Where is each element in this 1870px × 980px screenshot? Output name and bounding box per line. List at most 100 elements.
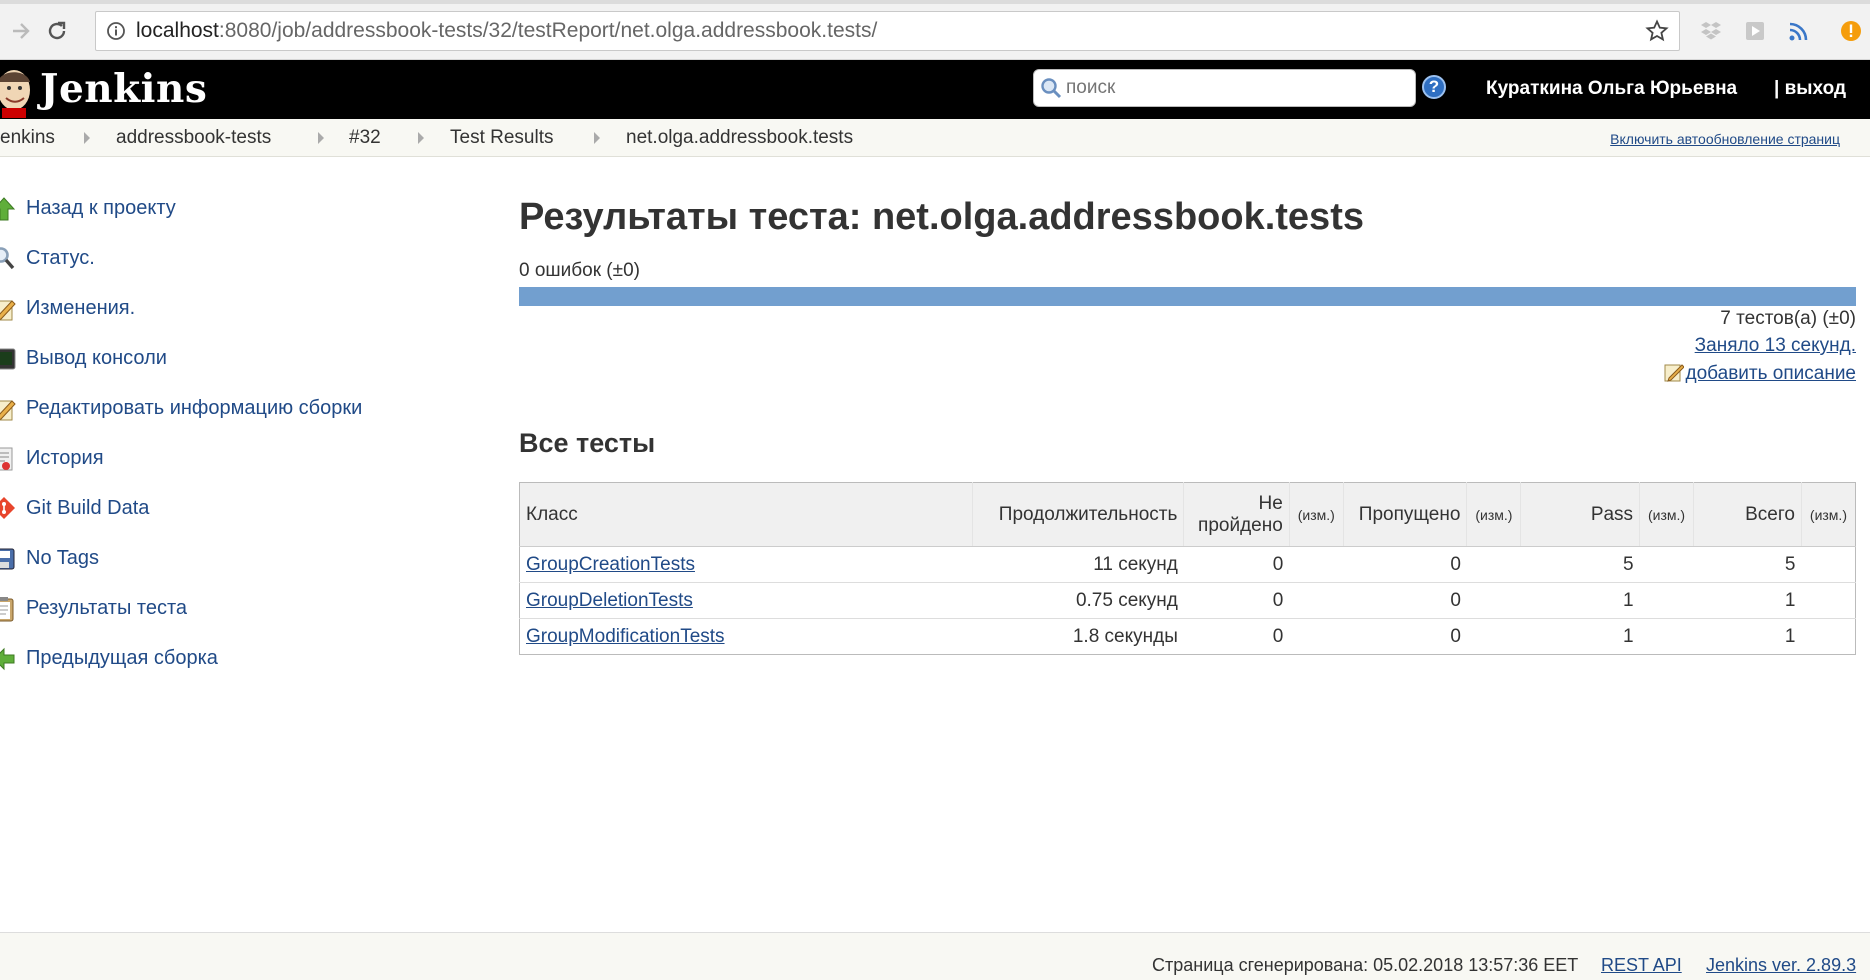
breadcrumb-separator-icon[interactable] [84,132,90,144]
save-icon [0,548,15,570]
diff-label: (изм.) [1809,506,1847,523]
tab-strip [0,0,1870,4]
sidebar-item-label: Статус. [26,247,95,269]
previous-icon [0,647,15,671]
diff-cell [1801,582,1856,619]
breadcrumb-jenkins[interactable]: enkins [0,127,55,149]
notepad-pencil-icon [0,400,16,421]
diff-cell [1639,582,1694,619]
sidebar-item-label: Вывод консоли [26,347,167,369]
pass-cell: 5 [1520,546,1640,583]
col-failed-diff-header[interactable]: (изм.) [1288,482,1344,547]
edit-note-icon [1664,364,1684,382]
pass-cell: 1 [1520,618,1640,655]
add-description-link[interactable]: добавить описание [1664,362,1856,385]
col-skipped-header[interactable]: Пропущено [1342,482,1467,547]
col-skipped-diff-header[interactable]: (изм.) [1466,482,1521,547]
history-icon [0,447,13,471]
url-host: localhost [136,19,219,42]
address-bar[interactable]: localhost:8080/job/addressbook-tests/32/… [95,11,1680,51]
enable-autorefresh-link[interactable]: Включить автообновление страниц [1610,131,1840,147]
diff-cell [1639,618,1694,655]
breadcrumb-build[interactable]: #32 [349,127,381,149]
url-text: localhost:8080/job/addressbook-tests/32/… [136,19,877,43]
table-row: GroupDeletionTests 0.75 секунд 0 0 1 1 [519,582,1856,619]
diff-label: (изм.) [1648,506,1686,523]
warning-icon[interactable] [1836,16,1866,46]
col-class-header[interactable]: Класс [519,482,973,547]
class-cell: GroupCreationTests [519,546,973,583]
total-cell: 5 [1693,546,1802,583]
page-footer: Страница сгенерирована: 05.02.2018 13:57… [0,932,1870,980]
diff-cell [1289,546,1344,583]
col-duration-header[interactable]: Продолжительность [971,482,1184,547]
duration-cell: 11 секунд [972,546,1184,583]
git-icon [0,497,15,519]
notepad-icon [0,300,16,321]
diff-label: (изм.) [1475,506,1513,523]
jenkins-version-link[interactable]: Jenkins ver. 2.89.3 [1706,955,1856,976]
search-box[interactable] [1033,69,1416,107]
help-icon[interactable]: ? [1422,75,1446,99]
diff-cell [1466,618,1521,655]
pass-cell: 1 [1520,582,1640,619]
breadcrumb-separator-icon[interactable] [318,132,324,144]
user-name-link[interactable]: Кураткина Ольга Юрьевна [1486,78,1737,100]
rest-api-link[interactable]: REST API [1601,955,1682,976]
duration-cell: 1.8 секунды [972,618,1184,655]
col-total-header[interactable]: Всего [1693,482,1802,547]
terminal-icon [0,348,16,370]
logout-link[interactable]: | выход [1774,78,1846,100]
reload-button[interactable] [40,14,74,48]
play-icon[interactable] [1740,16,1770,46]
search-input[interactable] [1066,77,1396,99]
url-path: :8080/job/addressbook-tests/32/testRepor… [218,19,878,42]
class-cell: GroupModificationTests [519,618,973,655]
tests-count: 7 тестов(а) (±0) [1720,308,1856,329]
breadcrumb-test-results[interactable]: Test Results [450,127,553,149]
table-header-row: Класс Продолжительность Не пройдено (изм… [519,482,1856,547]
sidebar-item-label: История [26,447,104,469]
table-row: GroupModificationTests 1.8 секунды 0 0 1… [519,618,1856,655]
failed-cell: 0 [1183,582,1290,619]
sidebar-item-label: Предыдущая сборка [26,647,218,669]
info-icon[interactable] [96,21,136,41]
generated-timestamp: Страница сгенерирована: 05.02.2018 13:57… [1152,955,1579,975]
breadcrumb-separator-icon[interactable] [418,132,424,144]
class-link[interactable]: GroupDeletionTests [526,590,693,611]
col-failed-header[interactable]: Не пройдено [1183,482,1290,547]
forward-button[interactable] [4,14,38,48]
breadcrumb: enkins addressbook-tests #32 Test Result… [0,119,1870,157]
skipped-cell: 0 [1343,546,1467,583]
duration-link[interactable]: Заняло 13 секунд. [1695,335,1856,357]
jenkins-logo-icon[interactable] [0,62,32,118]
failed-cell: 0 [1183,618,1290,655]
jenkins-logo-text[interactable]: Jenkins [40,66,207,112]
sidebar-item-label: Результаты теста [26,597,188,619]
skipped-cell: 0 [1343,618,1467,655]
rss-icon[interactable] [1784,16,1814,46]
diff-cell [1466,582,1521,619]
col-pass-diff-header[interactable]: (изм.) [1639,482,1694,547]
sidebar-item-label: Назад к проекту [26,197,176,219]
table-row: GroupCreationTests 11 секунд 0 0 5 5 [519,546,1856,583]
bookmark-star-icon[interactable] [1645,19,1669,48]
class-link[interactable]: GroupCreationTests [526,554,695,575]
breadcrumb-separator-icon[interactable] [594,132,600,144]
col-pass-header[interactable]: Pass [1520,482,1640,547]
class-link[interactable]: GroupModificationTests [526,626,725,647]
skipped-cell: 0 [1343,582,1467,619]
results-table: Класс Продолжительность Не пройдено (изм… [519,482,1856,655]
failure-summary: 0 ошибок (±0) [519,260,640,281]
breadcrumb-package[interactable]: net.olga.addressbook.tests [626,127,853,149]
diff-cell [1639,546,1694,583]
reload-icon [48,21,66,40]
dropbox-icon[interactable] [1696,16,1726,46]
clipboard-icon [0,597,14,622]
breadcrumb-job[interactable]: addressbook-tests [116,127,271,149]
total-cell: 1 [1693,618,1802,655]
sidebar-item-label: No Tags [26,547,100,569]
total-cell: 1 [1693,582,1802,619]
col-total-diff-header[interactable]: (изм.) [1800,482,1856,547]
diff-cell [1801,618,1856,655]
